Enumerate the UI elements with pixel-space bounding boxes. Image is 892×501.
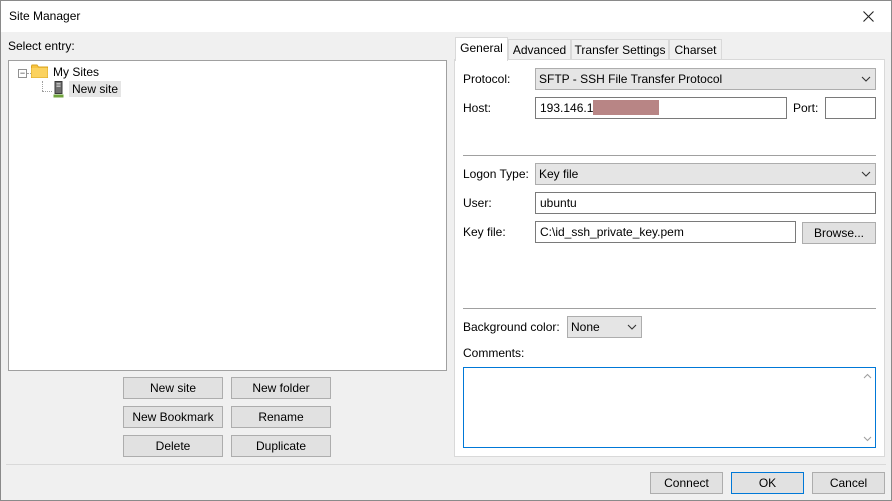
- background-color-select[interactable]: None: [567, 316, 642, 338]
- logon-type-label: Logon Type:: [463, 167, 529, 181]
- comments-label: Comments:: [463, 346, 525, 360]
- scroll-down-icon[interactable]: [863, 434, 872, 443]
- rename-button[interactable]: Rename: [231, 406, 331, 428]
- site-manager-window: Site Manager Select entry: − My Sites Ne…: [0, 0, 892, 501]
- connect-button[interactable]: Connect: [650, 472, 723, 494]
- title-bar: Site Manager: [1, 1, 891, 32]
- close-button[interactable]: [845, 1, 891, 32]
- duplicate-button[interactable]: Duplicate: [231, 435, 331, 457]
- port-input[interactable]: [825, 97, 876, 119]
- footer-divider: [6, 464, 886, 465]
- protocol-select[interactable]: SFTP - SSH File Transfer Protocol: [535, 68, 876, 90]
- tab-transfer-settings[interactable]: Transfer Settings: [571, 39, 669, 60]
- tree-item-new-site[interactable]: New site: [69, 81, 122, 97]
- tab-general[interactable]: General: [455, 37, 508, 61]
- cancel-button[interactable]: Cancel: [812, 472, 885, 494]
- logon-type-value: Key file: [539, 167, 579, 181]
- user-input[interactable]: ubuntu: [535, 192, 876, 214]
- redacted-block: [593, 100, 660, 116]
- chevron-down-icon: [861, 171, 871, 177]
- port-label: Port:: [793, 101, 819, 115]
- chevron-down-icon: [861, 76, 871, 82]
- folder-icon: [31, 64, 48, 78]
- divider: [463, 308, 876, 309]
- ok-button[interactable]: OK: [731, 472, 804, 494]
- tree-item-my-sites[interactable]: My Sites: [53, 65, 99, 79]
- host-input[interactable]: 193.146.1: [535, 97, 787, 119]
- site-icon: [53, 81, 64, 98]
- protocol-value: SFTP - SSH File Transfer Protocol: [539, 72, 723, 86]
- tab-charset[interactable]: Charset: [669, 39, 722, 60]
- comments-scrollbar[interactable]: [860, 368, 875, 447]
- tree-collapse-toggle[interactable]: −: [18, 69, 27, 78]
- scroll-up-icon[interactable]: [863, 372, 872, 381]
- background-color-label: Background color:: [463, 320, 560, 334]
- divider: [463, 155, 876, 156]
- user-label: User:: [463, 196, 492, 210]
- key-file-label: Key file:: [463, 225, 506, 239]
- comments-textarea[interactable]: [463, 367, 876, 448]
- tree-connector: [42, 91, 52, 92]
- tree-connector: [42, 81, 43, 91]
- host-label: Host:: [463, 101, 492, 115]
- host-value: 193.146.1: [540, 101, 594, 115]
- window-title: Site Manager: [9, 9, 81, 23]
- protocol-label: Protocol:: [463, 72, 511, 86]
- new-folder-button[interactable]: New folder: [231, 377, 331, 399]
- new-bookmark-button[interactable]: New Bookmark: [123, 406, 223, 428]
- user-value: ubuntu: [540, 196, 577, 210]
- chevron-down-icon: [627, 324, 637, 330]
- delete-button[interactable]: Delete: [123, 435, 223, 457]
- close-icon: [862, 11, 874, 22]
- new-site-button[interactable]: New site: [123, 377, 223, 399]
- key-file-value: C:\id_ssh_private_key.pem: [540, 225, 684, 239]
- logon-type-select[interactable]: Key file: [535, 163, 876, 185]
- site-tree[interactable]: − My Sites New site: [8, 60, 447, 371]
- background-color-value: None: [571, 320, 600, 334]
- key-file-input[interactable]: C:\id_ssh_private_key.pem: [535, 221, 796, 243]
- select-entry-label: Select entry:: [8, 39, 75, 53]
- tab-advanced[interactable]: Advanced: [508, 39, 571, 60]
- browse-button[interactable]: Browse...: [802, 222, 876, 244]
